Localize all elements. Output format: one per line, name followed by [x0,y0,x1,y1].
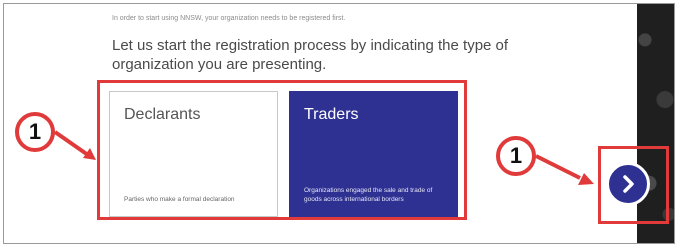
callout-number-left: 1 [15,112,55,152]
right-callout-arrow-line [535,154,581,180]
next-button[interactable] [606,162,650,206]
callout-number-right: 1 [496,136,536,176]
left-callout-arrow-line [53,130,90,157]
right-callout-arrowhead [578,173,594,185]
callout-arrows [53,130,594,185]
chevron-right-icon [623,175,634,193]
